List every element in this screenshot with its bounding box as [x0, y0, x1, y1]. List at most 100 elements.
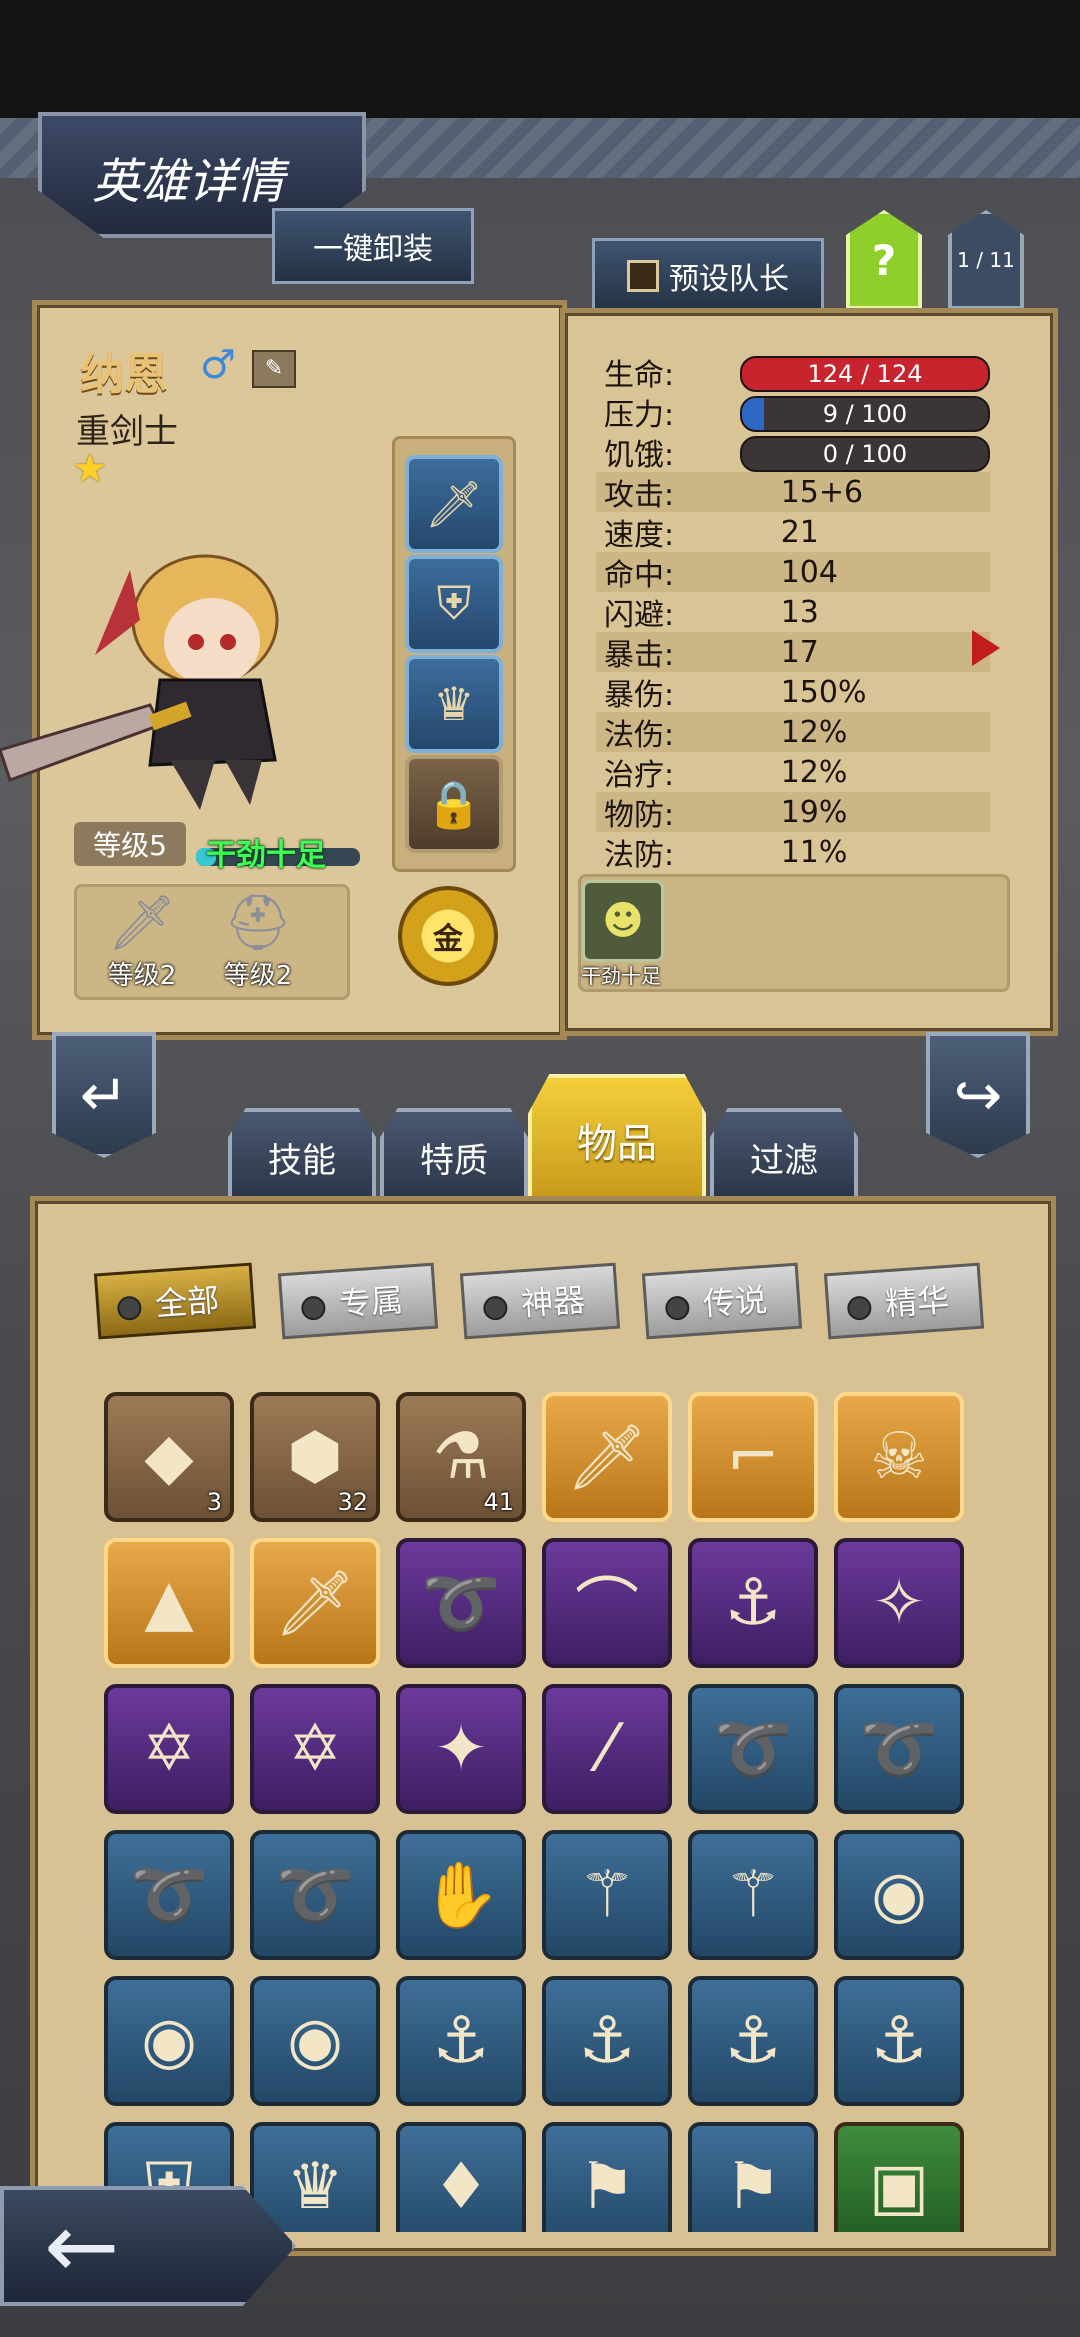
tab-skills[interactable]: 技能: [228, 1108, 376, 1206]
inventory-item[interactable]: ⚓: [834, 1976, 964, 2106]
filter-artifact[interactable]: 神器: [459, 1262, 621, 1340]
filter-all[interactable]: 全部: [93, 1262, 257, 1340]
stat-row: 物防: 19%: [596, 792, 990, 833]
stats-list: 生命: 124 / 124 压力: 9 / 100 饥饿: 0 / 100 攻击…: [596, 352, 990, 873]
inventory-item[interactable]: ♦: [396, 2122, 526, 2232]
next-hero-button[interactable]: ↪: [926, 1032, 1030, 1158]
hero-eye-right: [220, 634, 236, 650]
inventory-item[interactable]: ✡: [104, 1684, 234, 1814]
sword-icon: 🗡: [107, 891, 177, 954]
stat-row: 速度: 21: [596, 512, 990, 554]
inventory-item[interactable]: ➰: [688, 1684, 818, 1814]
stat-hunger: 饥饿: 0 / 100: [596, 432, 990, 473]
crystal-icon: ♦: [432, 2150, 490, 2224]
inventory-item[interactable]: ➰: [834, 1684, 964, 1814]
inventory-item[interactable]: 🗡: [250, 1538, 380, 1668]
filter-essence[interactable]: 精华: [823, 1262, 985, 1340]
belt-icon: ⚓: [432, 2004, 490, 2078]
inventory-item[interactable]: ◆ 3: [104, 1392, 234, 1522]
stat-label: 法伤:: [604, 718, 675, 753]
stress-bar: 9 / 100: [740, 396, 990, 432]
locked-slot[interactable]: 🔒: [405, 755, 503, 853]
dark-crystal-icon: ⬢: [287, 1420, 343, 1494]
fire-gem-icon: ◆: [144, 1420, 194, 1494]
inventory-item[interactable]: ▣: [834, 2122, 964, 2232]
tab-items[interactable]: 物品: [528, 1074, 706, 1206]
pistol-icon: ⌐: [726, 1420, 780, 1494]
stat-label: 攻击:: [604, 478, 675, 513]
inventory-item[interactable]: ⚓: [688, 1538, 818, 1668]
inventory-item[interactable]: 🗡: [542, 1392, 672, 1522]
inventory-item[interactable]: ♛: [250, 2122, 380, 2232]
gear-item-helmet[interactable]: ⛑ 等级2: [203, 891, 313, 991]
inventory-item[interactable]: ⁄: [542, 1684, 672, 1814]
wand-icon: ⚚: [578, 1858, 636, 1932]
belt-icon: ⚓: [578, 2004, 636, 2078]
banner-icon: ⚑: [724, 2150, 782, 2224]
inventory-item[interactable]: ▲: [104, 1538, 234, 1668]
stat-value: 11%: [780, 834, 848, 870]
inventory-item[interactable]: ⚚: [688, 1830, 818, 1960]
unequip-all-button[interactable]: 一键卸装: [272, 208, 474, 284]
trait-icon[interactable]: ☻: [582, 880, 664, 962]
gear-item-sword[interactable]: 🗡 等级2: [87, 891, 197, 991]
inventory-item[interactable]: ✋: [396, 1830, 526, 1960]
inventory-item[interactable]: ⚚: [542, 1830, 672, 1960]
tab-filter[interactable]: 过滤: [710, 1108, 858, 1206]
armor-slot[interactable]: ⛨: [405, 555, 503, 653]
trait-label: 干劲十足: [581, 964, 661, 988]
potion-icon: ⚗: [432, 1420, 490, 1494]
inventory-item[interactable]: ⌒: [542, 1538, 672, 1668]
inventory-item[interactable]: ➰: [104, 1830, 234, 1960]
filter-exclusive[interactable]: 专属: [277, 1262, 439, 1340]
inventory-item[interactable]: ⬢ 32: [250, 1392, 380, 1522]
shield-icon: ⛨: [436, 576, 472, 630]
inventory-item[interactable]: ⚓: [688, 1976, 818, 2106]
edit-name-icon[interactable]: ✎: [252, 350, 296, 388]
inventory-item[interactable]: ⌐: [688, 1392, 818, 1522]
weapon-slot[interactable]: 🗡: [405, 455, 503, 553]
claw-icon: ✋: [421, 1858, 501, 1933]
inventory-item[interactable]: ◉: [250, 1976, 380, 2106]
stat-value: 21: [780, 514, 819, 550]
inventory-item[interactable]: ✧: [834, 1538, 964, 1668]
inventory-item[interactable]: ➰: [396, 1538, 526, 1668]
prev-hero-button[interactable]: ↵: [52, 1032, 156, 1158]
inventory-item[interactable]: ⚓: [542, 1976, 672, 2106]
stats-expand-arrow-icon[interactable]: [972, 630, 1000, 666]
stat-value: 15+6: [780, 474, 864, 510]
inventory-item[interactable]: ⚗ 41: [396, 1392, 526, 1522]
preset-leader-checkbox[interactable]: [627, 260, 659, 292]
back-button[interactable]: ←: [0, 2186, 296, 2306]
backpack-icon: ▣: [868, 2150, 930, 2224]
preset-leader-toggle[interactable]: 预设队长: [592, 238, 824, 314]
stat-row: 暴击: 17: [596, 632, 990, 673]
hero-face: [164, 598, 260, 686]
filter-legend[interactable]: 传说: [641, 1262, 803, 1340]
greatsword-blade: [0, 703, 163, 782]
inventory-grid: ◆3⬢32⚗41🗡⌐☠▲🗡➰⌒⚓✧✡✡✦⁄➰➰➰➰✋⚚⚚◉◉◉⚓⚓⚓⚓⛨♛♦⚑⚑…: [104, 1392, 984, 2232]
inventory-item[interactable]: ⚑: [542, 2122, 672, 2232]
gold-button[interactable]: 金: [398, 886, 498, 986]
inventory-item[interactable]: ⚓: [396, 1976, 526, 2106]
inventory-item[interactable]: ◉: [104, 1976, 234, 2106]
stat-label: 生命:: [604, 358, 675, 393]
stat-label: 闪避:: [604, 598, 675, 633]
gem-ring-icon: ◉: [141, 2004, 197, 2078]
sword-icon: 🗡: [424, 476, 484, 531]
inventory-item[interactable]: ✡: [250, 1684, 380, 1814]
item-count: 32: [337, 1488, 368, 1516]
hp-value: 124 / 124: [807, 360, 923, 388]
inventory-item[interactable]: ☠: [834, 1392, 964, 1522]
tab-traits[interactable]: 特质: [380, 1108, 528, 1206]
helmet-slot[interactable]: ♛: [405, 655, 503, 753]
stat-row: 治疗: 12%: [596, 752, 990, 794]
preset-leader-label: 预设队长: [669, 262, 789, 297]
magic-ring-icon: ✧: [872, 1566, 926, 1640]
inventory-item[interactable]: ✦: [396, 1684, 526, 1814]
hp-bar: 124 / 124: [740, 356, 990, 392]
inventory-item[interactable]: ➰: [250, 1830, 380, 1960]
inventory-item[interactable]: ⚑: [688, 2122, 818, 2232]
stat-value: 17: [780, 634, 819, 670]
inventory-item[interactable]: ◉: [834, 1830, 964, 1960]
